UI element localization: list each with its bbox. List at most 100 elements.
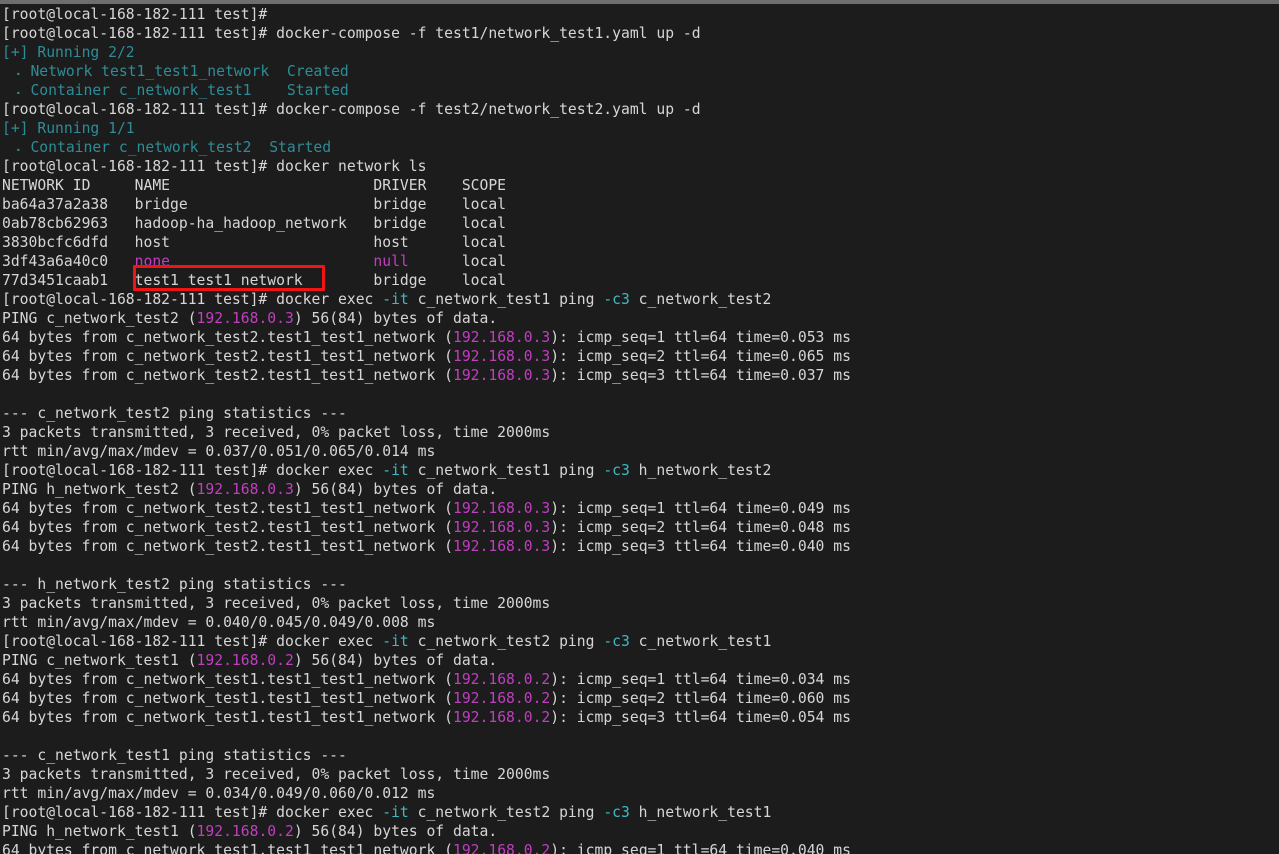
terminal-text-default: PING c_network_test1 (: [2, 652, 197, 669]
terminal-text-default: c_network_test2 ping: [408, 804, 604, 821]
terminal-line: 64 bytes from c_network_test2.test1_test…: [2, 518, 851, 537]
terminal-text-default: ): icmp_seq=3 ttl=64 time=0.054 ms: [550, 709, 851, 726]
terminal-text-default: NETWORK ID NAME DRIVER SCOPE: [2, 177, 507, 194]
terminal-line: [root@local-168-182-111 test]# docker ex…: [2, 632, 851, 651]
terminal-line: --- c_network_test1 ping statistics ---: [2, 746, 851, 765]
terminal-text-default: 3df43a6a40c0: [2, 253, 135, 270]
terminal-text-default: 64 bytes from c_network_test1.test1_test…: [2, 690, 453, 707]
terminal-line: 64 bytes from c_network_test1.test1_test…: [2, 708, 851, 727]
terminal-line: [+] Running 2/2: [2, 43, 851, 62]
terminal-line: 64 bytes from c_network_test2.test1_test…: [2, 499, 851, 518]
terminal-text-magenta: 192.168.0.2: [452, 690, 551, 707]
terminal-text-default: [170, 253, 373, 270]
terminal-text-magenta: 192.168.0.3: [452, 367, 551, 384]
terminal-line: --- h_network_test2 ping statistics ---: [2, 575, 851, 594]
terminal-text-teal: ⠠ Container c_network_test2 Started: [2, 139, 332, 156]
terminal-text-default: [root@local-168-182-111 test]# docker ne…: [2, 158, 427, 175]
terminal-text-cyan: -it: [382, 633, 409, 650]
terminal-text-magenta: 192.168.0.3: [452, 348, 551, 365]
terminal-text-default: ): icmp_seq=1 ttl=64 time=0.034 ms: [550, 671, 851, 688]
terminal-text-cyan: -it: [382, 804, 409, 821]
terminal-line: rtt min/avg/max/mdev = 0.034/0.049/0.060…: [2, 784, 851, 803]
terminal-line: [+] Running 1/1: [2, 119, 851, 138]
terminal-line: 3 packets transmitted, 3 received, 0% pa…: [2, 423, 851, 442]
terminal-text-default: rtt min/avg/max/mdev = 0.040/0.045/0.049…: [2, 614, 436, 631]
terminal-text-default: rtt min/avg/max/mdev = 0.037/0.051/0.065…: [2, 443, 436, 460]
terminal-text-default: PING c_network_test2 (: [2, 310, 197, 327]
terminal-text-default: c_network_test1: [629, 633, 772, 650]
terminal-line: ba64a37a2a38 bridge bridge local: [2, 195, 851, 214]
terminal-text-default: 0ab78cb62963 hadoop-ha_hadoop_network br…: [2, 215, 507, 232]
terminal-line: [root@local-168-182-111 test]# docker ex…: [2, 461, 851, 480]
terminal-text-default: 64 bytes from c_network_test1.test1_test…: [2, 671, 453, 688]
terminal-line: ⠠ Container c_network_test2 Started: [2, 138, 851, 157]
terminal-text-default: 64 bytes from c_network_test2.test1_test…: [2, 367, 453, 384]
terminal-text-default: 77d3451caab1 test1_test1_network bridge …: [2, 272, 507, 289]
terminal-text-default: ): icmp_seq=2 ttl=64 time=0.048 ms: [550, 519, 851, 536]
terminal-line: 64 bytes from c_network_test2.test1_test…: [2, 366, 851, 385]
terminal-line: 64 bytes from c_network_test2.test1_test…: [2, 347, 851, 366]
terminal-text-teal: ⠠ Container c_network_test1 Started: [2, 82, 349, 99]
terminal-screen[interactable]: [root@local-168-182-111 test]# [root@loc…: [0, 4, 1279, 854]
terminal-line: 0ab78cb62963 hadoop-ha_hadoop_network br…: [2, 214, 851, 233]
terminal-text-magenta: 192.168.0.2: [452, 709, 551, 726]
terminal-line: --- c_network_test2 ping statistics ---: [2, 404, 851, 423]
terminal-text-magenta: 192.168.0.3: [452, 329, 551, 346]
terminal-text-default: PING h_network_test1 (: [2, 823, 197, 840]
terminal-line: PING c_network_test1 (192.168.0.2) 56(84…: [2, 651, 851, 670]
terminal-text-default: 64 bytes from c_network_test1.test1_test…: [2, 842, 453, 854]
terminal-text-default: ) 56(84) bytes of data.: [293, 310, 498, 327]
terminal-line: 64 bytes from c_network_test1.test1_test…: [2, 689, 851, 708]
terminal-text-default: [root@local-168-182-111 test]# docker ex…: [2, 291, 383, 308]
terminal-text-default: ) 56(84) bytes of data.: [293, 481, 498, 498]
terminal-text-default: c_network_test1 ping: [408, 462, 604, 479]
terminal-text-default: 64 bytes from c_network_test2.test1_test…: [2, 538, 453, 555]
terminal-text-default: 3 packets transmitted, 3 received, 0% pa…: [2, 766, 551, 783]
terminal-text-magenta: 192.168.0.2: [196, 652, 294, 669]
terminal-text-cyan: -c3: [603, 804, 630, 821]
terminal-text-default: [root@local-168-182-111 test]# docker ex…: [2, 804, 383, 821]
terminal-line: [root@local-168-182-111 test]# docker ex…: [2, 803, 851, 822]
terminal-text-magenta: 192.168.0.3: [452, 519, 551, 536]
terminal-text-magenta: 192.168.0.2: [452, 671, 551, 688]
terminal-line: 3df43a6a40c0 none null local: [2, 252, 851, 271]
terminal-text-default: rtt min/avg/max/mdev = 0.034/0.049/0.060…: [2, 785, 436, 802]
terminal-line: 64 bytes from c_network_test1.test1_test…: [2, 841, 851, 854]
terminal-text-default: ) 56(84) bytes of data.: [293, 652, 498, 669]
terminal-text-magenta: 192.168.0.2: [452, 842, 551, 854]
terminal-text-default: --- c_network_test2 ping statistics ---: [2, 405, 347, 422]
terminal-line: NETWORK ID NAME DRIVER SCOPE: [2, 176, 851, 195]
terminal-text-teal: [+] Running 1/1: [2, 120, 135, 137]
terminal-text-teal: [+] Running 2/2: [2, 44, 135, 61]
terminal-text-default: 3830bcfc6dfd host host local: [2, 234, 507, 251]
terminal-line: 64 bytes from c_network_test1.test1_test…: [2, 670, 851, 689]
terminal-text-default: ): icmp_seq=3 ttl=64 time=0.037 ms: [550, 367, 851, 384]
terminal-line: 3830bcfc6dfd host host local: [2, 233, 851, 252]
terminal-line: [root@local-168-182-111 test]#: [2, 5, 851, 24]
terminal-text-default: c_network_test2 ping: [408, 633, 604, 650]
terminal-text-default: local: [408, 253, 507, 270]
terminal-text-magenta: 192.168.0.3: [196, 310, 294, 327]
terminal-text-magenta: none: [134, 253, 171, 270]
terminal-line: rtt min/avg/max/mdev = 0.040/0.045/0.049…: [2, 613, 851, 632]
terminal-text-default: ): icmp_seq=1 ttl=64 time=0.040 ms: [550, 842, 851, 854]
terminal-text-cyan: -it: [382, 291, 409, 308]
terminal-line: [root@local-168-182-111 test]# docker ne…: [2, 157, 851, 176]
terminal-output: [root@local-168-182-111 test]# [root@loc…: [2, 5, 851, 854]
terminal-text-default: 64 bytes from c_network_test2.test1_test…: [2, 329, 453, 346]
terminal-text-default: 64 bytes from c_network_test2.test1_test…: [2, 519, 453, 536]
terminal-text-default: [root@local-168-182-111 test]# docker ex…: [2, 633, 383, 650]
terminal-text-default: c_network_test1 ping: [408, 291, 604, 308]
terminal-text-cyan: -c3: [603, 462, 630, 479]
terminal-line: PING c_network_test2 (192.168.0.3) 56(84…: [2, 309, 851, 328]
terminal-text-magenta: 192.168.0.2: [196, 823, 294, 840]
terminal-text-magenta: 192.168.0.3: [452, 538, 551, 555]
terminal-text-default: --- c_network_test1 ping statistics ---: [2, 747, 347, 764]
terminal-text-default: 64 bytes from c_network_test1.test1_test…: [2, 709, 453, 726]
terminal-text-magenta: 192.168.0.3: [196, 481, 294, 498]
terminal-line: ⠠ Network test1_test1_network Created: [2, 62, 851, 81]
terminal-text-default: 64 bytes from c_network_test2.test1_test…: [2, 500, 453, 517]
terminal-text-default: [root@local-168-182-111 test]# docker-co…: [2, 101, 701, 118]
